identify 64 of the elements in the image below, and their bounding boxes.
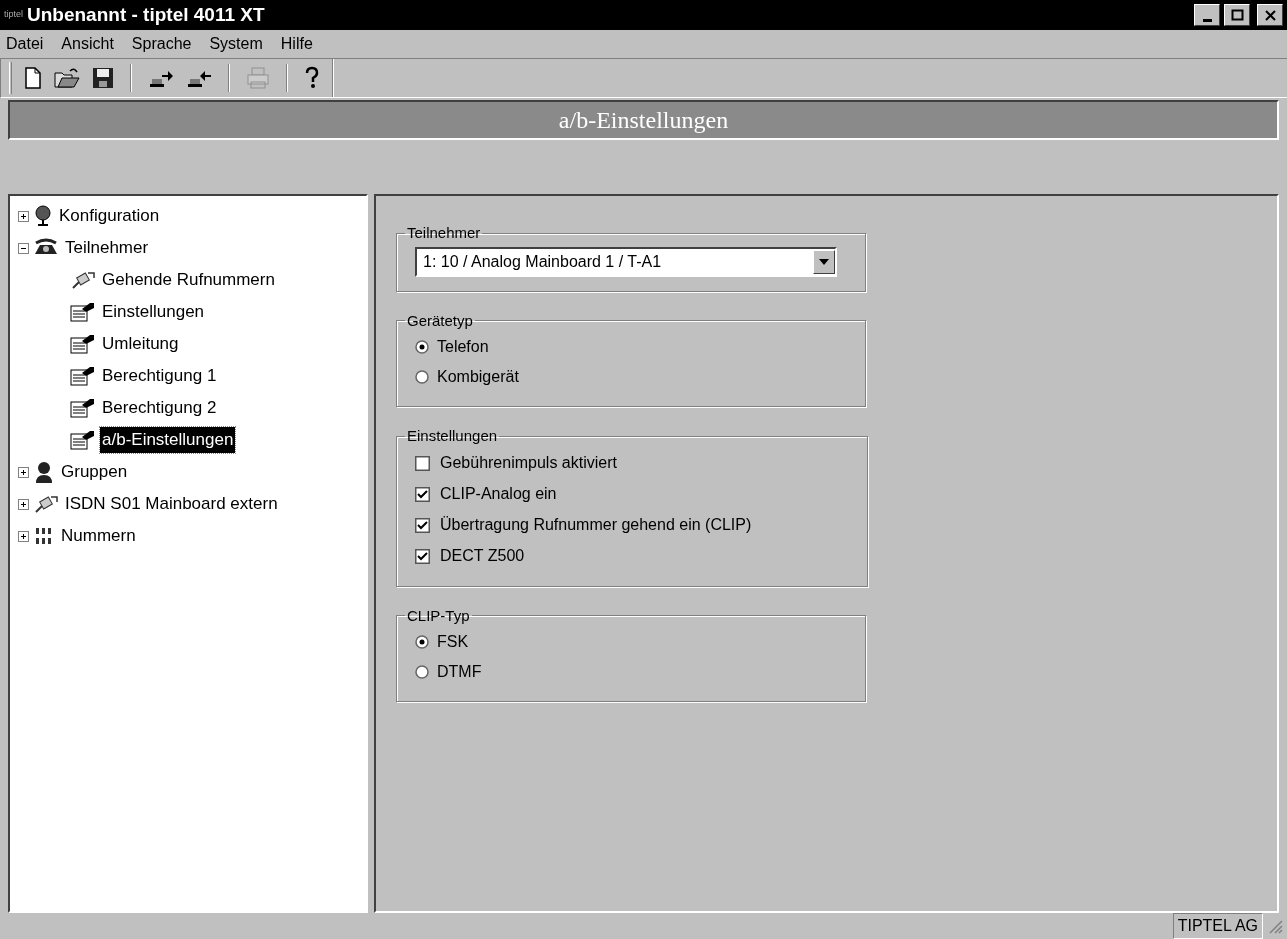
checkbox[interactable] (415, 548, 430, 564)
group-title: CLIP-Typ (406, 605, 471, 626)
radio-label: FSK (437, 632, 469, 652)
form-sheet-icon (70, 366, 96, 386)
page-title: a/b-Einstellungen (558, 106, 729, 135)
form-sheet-icon (70, 302, 96, 322)
radio-button[interactable] (415, 665, 429, 679)
minimize-button[interactable] (1194, 4, 1220, 26)
menu-item[interactable]: Sprache (129, 32, 194, 56)
checkbox[interactable] (415, 486, 430, 502)
checkbox[interactable] (415, 517, 430, 533)
tree-item[interactable]: a/b-Einstellungen (100, 427, 236, 453)
form-sheet-icon (70, 430, 96, 450)
open-folder-icon[interactable] (54, 67, 80, 89)
group-title: Teilnehmer (406, 223, 482, 243)
dropdown-arrow-icon (819, 258, 829, 265)
tree-item[interactable]: Gehende Rufnummern (100, 267, 277, 293)
expand-icon[interactable] (18, 466, 29, 478)
form-sheet-icon (70, 398, 96, 418)
menu-item[interactable]: Datei (4, 32, 46, 56)
tree-item[interactable]: Gruppen (59, 459, 130, 485)
expand-icon[interactable] (18, 210, 29, 222)
group-title: Einstellungen (406, 426, 499, 446)
radio-label: Telefon (437, 337, 489, 357)
checkbox[interactable] (415, 455, 430, 471)
subscriber-dropdown[interactable]: 1: 10 / Analog Mainboard 1 / T-A1 (415, 246, 837, 277)
checkbox-label: DECT Z500 (440, 546, 525, 566)
radio-button[interactable] (415, 370, 429, 384)
collapse-icon[interactable] (18, 242, 29, 254)
radio-button[interactable] (415, 635, 429, 649)
maximize-button[interactable] (1224, 4, 1250, 26)
tree-item[interactable]: Berechtigung 1 (100, 363, 219, 389)
tree-item[interactable]: Berechtigung 2 (100, 395, 219, 421)
checkbox-label: CLIP-Analog ein (440, 484, 557, 504)
tree-item[interactable]: Teilnehmer (63, 235, 151, 261)
group-title: Gerätetyp (406, 310, 474, 331)
form-sheet-icon (70, 334, 96, 354)
globe-stand-icon (33, 205, 53, 227)
menu-item[interactable]: Hilfe (278, 32, 315, 56)
plug-icon (33, 494, 59, 514)
menu-item[interactable]: System (207, 32, 265, 56)
resize-grip-icon[interactable] (1267, 918, 1283, 934)
expand-icon[interactable] (18, 530, 29, 542)
tree-item[interactable]: ISDN S01 Mainboard extern (63, 491, 280, 517)
tree-item[interactable]: Umleitung (100, 331, 181, 357)
person-icon (33, 461, 55, 483)
radio-label: DTMF (437, 662, 482, 682)
tree-item[interactable]: Konfiguration (57, 203, 162, 229)
radio-label: Kombigerät (437, 367, 519, 387)
plug-icon (70, 270, 96, 290)
checkbox-label: Übertragung Rufnummer gehend ein (CLIP) (440, 515, 752, 535)
close-button[interactable] (1257, 4, 1283, 26)
app-logo: tiptel (4, 8, 23, 22)
status-panel: TIPTEL AG (1172, 913, 1263, 939)
menu-item[interactable]: Ansicht (59, 32, 116, 56)
checkbox-label: Gebührenimpuls aktiviert (440, 453, 617, 473)
new-document-icon[interactable] (24, 67, 42, 89)
tree-item[interactable]: Einstellungen (100, 299, 207, 325)
window-title: Unbenannt - tiptel 4011 XT (27, 2, 265, 27)
help-icon[interactable] (304, 66, 320, 90)
expand-icon[interactable] (18, 498, 29, 510)
tree-item[interactable]: Nummern (59, 523, 138, 549)
minimize-icon (1202, 18, 1212, 22)
radio-button[interactable] (415, 340, 429, 354)
